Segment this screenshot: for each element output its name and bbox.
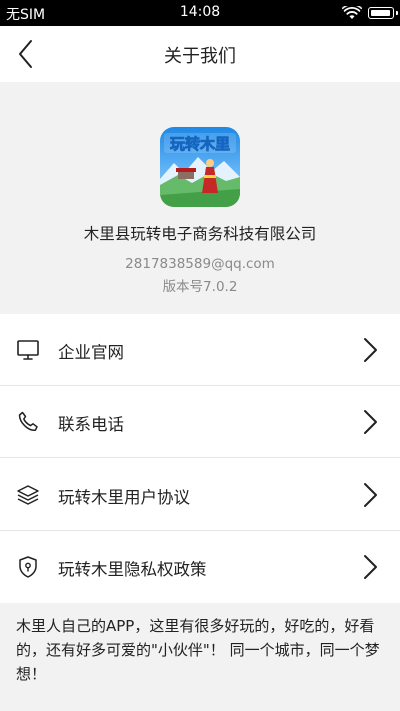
chevron-right-icon: [364, 338, 377, 362]
shield-icon: [19, 556, 37, 578]
page-title: 关于我们: [164, 46, 236, 67]
chevron-right-icon: [364, 410, 377, 434]
app-logo: 玩转木里: [160, 127, 240, 207]
menu-list: 企业官网 联系电话 玩转木里用户协议 玩转木里隐私权政策: [0, 314, 400, 603]
navigation-bar: 关于我们: [0, 26, 400, 82]
monitor-icon: [17, 340, 39, 360]
wifi-icon: [342, 6, 362, 19]
phone-icon: [18, 411, 38, 431]
version-label: 版本号7.0.2: [162, 279, 238, 295]
layers-icon: [17, 485, 39, 505]
about-header: 玩转木里 木里县玩转电子商务科技有限公司 2817838589@qq.com 版…: [0, 82, 400, 314]
divider: [0, 457, 400, 458]
menu-item-user-agreement[interactable]: 玩转木里用户协议: [0, 459, 400, 531]
chevron-right-icon: [364, 555, 377, 579]
menu-item-privacy-policy[interactable]: 玩转木里隐私权政策: [0, 531, 400, 603]
status-bar: 无SIM 14:08: [0, 0, 400, 26]
svg-text:玩转木里: 玩转木里: [170, 135, 230, 153]
menu-label-phone: 联系电话: [58, 415, 124, 434]
menu-label-user-agreement: 玩转木里用户协议: [58, 488, 190, 507]
menu-item-phone[interactable]: 联系电话: [0, 386, 400, 458]
menu-label-privacy-policy: 玩转木里隐私权政策: [58, 560, 207, 579]
intro-text: 木里人自己的APP，这里有很多好玩的，好吃的，好看的，还有好多可爱的"小伙伴"！…: [16, 617, 380, 683]
contact-email[interactable]: 2817838589@qq.com: [0, 256, 400, 272]
menu-label-website: 企业官网: [58, 343, 124, 362]
battery-icon: [368, 7, 398, 19]
menu-item-website[interactable]: 企业官网: [0, 314, 400, 386]
chevron-right-icon: [364, 483, 377, 507]
company-name: 木里县玩转电子商务科技有限公司: [83, 225, 317, 243]
clock: 14:08: [179, 4, 221, 20]
